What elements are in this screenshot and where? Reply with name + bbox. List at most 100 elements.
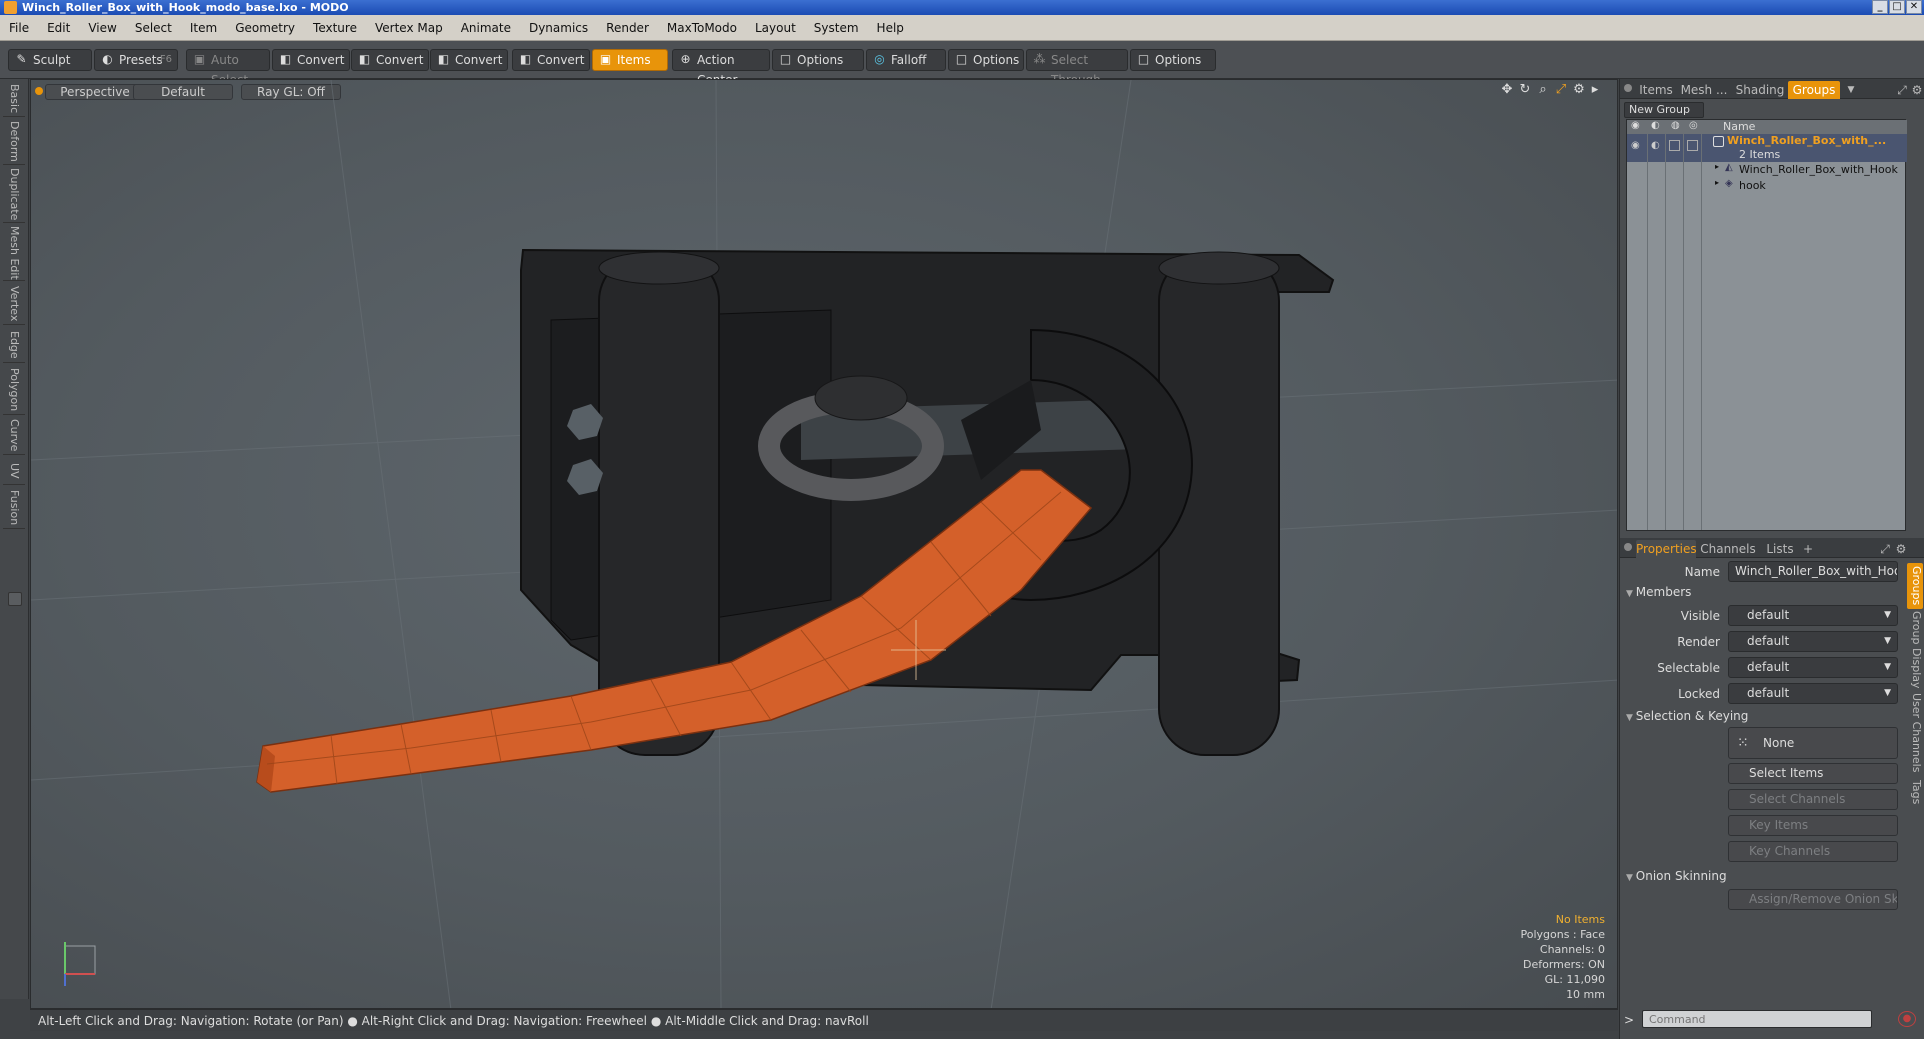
menu-geometry[interactable]: Geometry (226, 15, 304, 41)
locked-dropdown[interactable]: default ▼ (1728, 683, 1898, 704)
group-member-row[interactable]: ▸ ◈ hook (1627, 178, 1907, 194)
menu-file[interactable]: File (0, 15, 38, 41)
key-channels-button[interactable]: Key Channels (1728, 841, 1898, 862)
group-name[interactable]: Winch_Roller_Box_with_... (1727, 134, 1886, 147)
minimize-button[interactable]: _ (1872, 0, 1888, 14)
member-name[interactable]: hook (1739, 179, 1766, 192)
collapse-arrow-icon: ▼ (1626, 589, 1636, 599)
group-member-row[interactable]: ▸ ◭ Winch_Roller_Box_with_Hook (1627, 162, 1907, 178)
convert-button-3[interactable]: ◧ Convert (430, 49, 508, 71)
sculpt-button[interactable]: ✎ Sculpt (8, 49, 92, 71)
menu-help[interactable]: Help (868, 15, 913, 41)
tab-mesh-edit[interactable]: Mesh Edit (3, 225, 25, 281)
new-group-button[interactable]: New Group (1624, 102, 1704, 118)
convert-button-2[interactable]: ◧ Convert (351, 49, 429, 71)
convert-button-1[interactable]: ◧ Convert (272, 49, 350, 71)
tab-duplicate[interactable]: Duplicate (3, 167, 25, 223)
add-tab-button[interactable]: + (1800, 540, 1816, 558)
side-tab-tags[interactable]: Tags (1907, 777, 1923, 807)
expand-icon[interactable]: ⤢ (1878, 540, 1892, 558)
expand-arrow-icon[interactable]: ▸ (1715, 178, 1719, 187)
panel-toggle-button[interactable] (8, 592, 22, 606)
options-button-1[interactable]: □ Options (772, 49, 864, 71)
panel-menu-dot[interactable] (1624, 84, 1632, 92)
tab-items[interactable]: Items (1636, 81, 1676, 99)
record-icon[interactable]: ● (1898, 1011, 1916, 1027)
side-tab-user-channels[interactable]: User Channels (1907, 691, 1923, 775)
convert-button-4[interactable]: ◧ Convert (512, 49, 590, 71)
panel-gear-icon[interactable]: ⚙ (1894, 540, 1908, 558)
assign-onion-skin-button[interactable]: Assign/Remove Onion Skin ... (1728, 889, 1898, 910)
menu-maxtomodo[interactable]: MaxToModo (658, 15, 746, 41)
name-column-header[interactable]: Name (1723, 120, 1755, 133)
presets-button[interactable]: ◐ Presets F6 (94, 49, 178, 71)
select-col-icon[interactable]: ◎ (1689, 120, 1698, 131)
tab-polygon[interactable]: Polygon (3, 365, 25, 415)
menu-dynamics[interactable]: Dynamics (520, 15, 597, 41)
action-center-button[interactable]: ⊕Action Center (672, 49, 770, 87)
items-mode-button[interactable]: ▣ Items (592, 49, 668, 71)
tab-shading[interactable]: Shading (1734, 81, 1786, 99)
expand-arrow-icon[interactable]: ▸ (1715, 162, 1719, 171)
panel-menu-dot[interactable] (1624, 543, 1632, 551)
falloff-button[interactable]: ◎ Falloff (866, 49, 946, 71)
visible-dropdown[interactable]: default ▼ (1728, 605, 1898, 626)
group-render-icon[interactable]: ◐ (1651, 140, 1660, 151)
options-button-2[interactable]: □ Options (948, 49, 1024, 71)
menu-select[interactable]: Select (126, 15, 181, 41)
menu-layout[interactable]: Layout (746, 15, 805, 41)
menu-texture[interactable]: Texture (304, 15, 366, 41)
tab-groups[interactable]: Groups (1788, 81, 1840, 99)
key-items-button[interactable]: Key Items (1728, 815, 1898, 836)
tab-uv[interactable]: UV (3, 457, 25, 485)
tab-channels[interactable]: Channels (1700, 540, 1756, 558)
visibility-col-icon[interactable]: ◉ (1631, 120, 1640, 131)
tab-deform[interactable]: Deform (3, 119, 25, 165)
member-name[interactable]: Winch_Roller_Box_with_Hook (1739, 163, 1898, 176)
menu-item[interactable]: Item (181, 15, 226, 41)
maximize-button[interactable]: □ (1889, 0, 1905, 14)
tab-mesh[interactable]: Mesh ... (1678, 81, 1730, 99)
none-selector[interactable]: ⁙ None (1728, 727, 1898, 759)
select-through-button[interactable]: ⁂Select Through (1026, 49, 1128, 87)
select-channels-button[interactable]: Select Channels (1728, 789, 1898, 810)
groups-list[interactable]: ◉ ◐ ◍ ◎ Name ◉ ◐ Winch_Roller_Box_with_.… (1626, 119, 1907, 531)
tab-lists[interactable]: Lists (1760, 540, 1800, 558)
tab-properties[interactable]: Properties (1636, 540, 1697, 558)
menu-system[interactable]: System (805, 15, 868, 41)
close-button[interactable]: ✕ (1906, 0, 1922, 14)
tab-curve[interactable]: Curve (3, 417, 25, 455)
selection-keying-section[interactable]: ▼ Selection & Keying (1626, 709, 1748, 723)
side-tab-group-display[interactable]: Group Display (1907, 611, 1923, 689)
tab-fusion[interactable]: Fusion (3, 487, 25, 529)
group-select-checkbox[interactable] (1687, 140, 1698, 151)
members-section[interactable]: ▼ Members (1626, 585, 1691, 599)
selectable-dropdown[interactable]: default ▼ (1728, 657, 1898, 678)
render-col-icon[interactable]: ◐ (1651, 120, 1660, 131)
tab-edge[interactable]: Edge (3, 327, 25, 363)
panel-gear-icon[interactable]: ⚙ (1910, 81, 1924, 99)
expand-icon[interactable]: ⤢ (1895, 81, 1909, 99)
render-dropdown[interactable]: default ▼ (1728, 631, 1898, 652)
tabs-dropdown-icon[interactable]: ▼ (1844, 81, 1858, 99)
group-name-field[interactable]: Winch_Roller_Box_with_Hook (3) (1728, 561, 1898, 582)
menu-edit[interactable]: Edit (38, 15, 79, 41)
menu-animate[interactable]: Animate (452, 15, 520, 41)
group-visible-icon[interactable]: ◉ (1631, 140, 1640, 151)
lock-col-icon[interactable]: ◍ (1671, 120, 1680, 131)
group-lock-checkbox[interactable] (1669, 140, 1680, 151)
side-tab-groups[interactable]: Groups (1907, 563, 1923, 609)
menu-render[interactable]: Render (597, 15, 658, 41)
options-button-3[interactable]: □ Options (1130, 49, 1216, 71)
tab-basic[interactable]: Basic (3, 81, 25, 117)
onion-skinning-section[interactable]: ▼ Onion Skinning (1626, 869, 1727, 883)
auto-select-button[interactable]: ▣Auto Select (186, 49, 270, 87)
menu-view[interactable]: View (79, 15, 125, 41)
command-input[interactable] (1642, 1010, 1872, 1028)
menu-vertex-map[interactable]: Vertex Map (366, 15, 452, 41)
group-row-selected[interactable]: ◉ ◐ Winch_Roller_Box_with_... 2 Items (1627, 134, 1907, 162)
select-items-button[interactable]: Select Items (1728, 763, 1898, 784)
checkbox-icon: □ (955, 52, 968, 66)
tab-vertex[interactable]: Vertex (3, 283, 25, 325)
3d-viewport[interactable]: Perspective Default Ray GL: Off ✥ ↻ ⌕ ⤢ … (30, 79, 1618, 1009)
